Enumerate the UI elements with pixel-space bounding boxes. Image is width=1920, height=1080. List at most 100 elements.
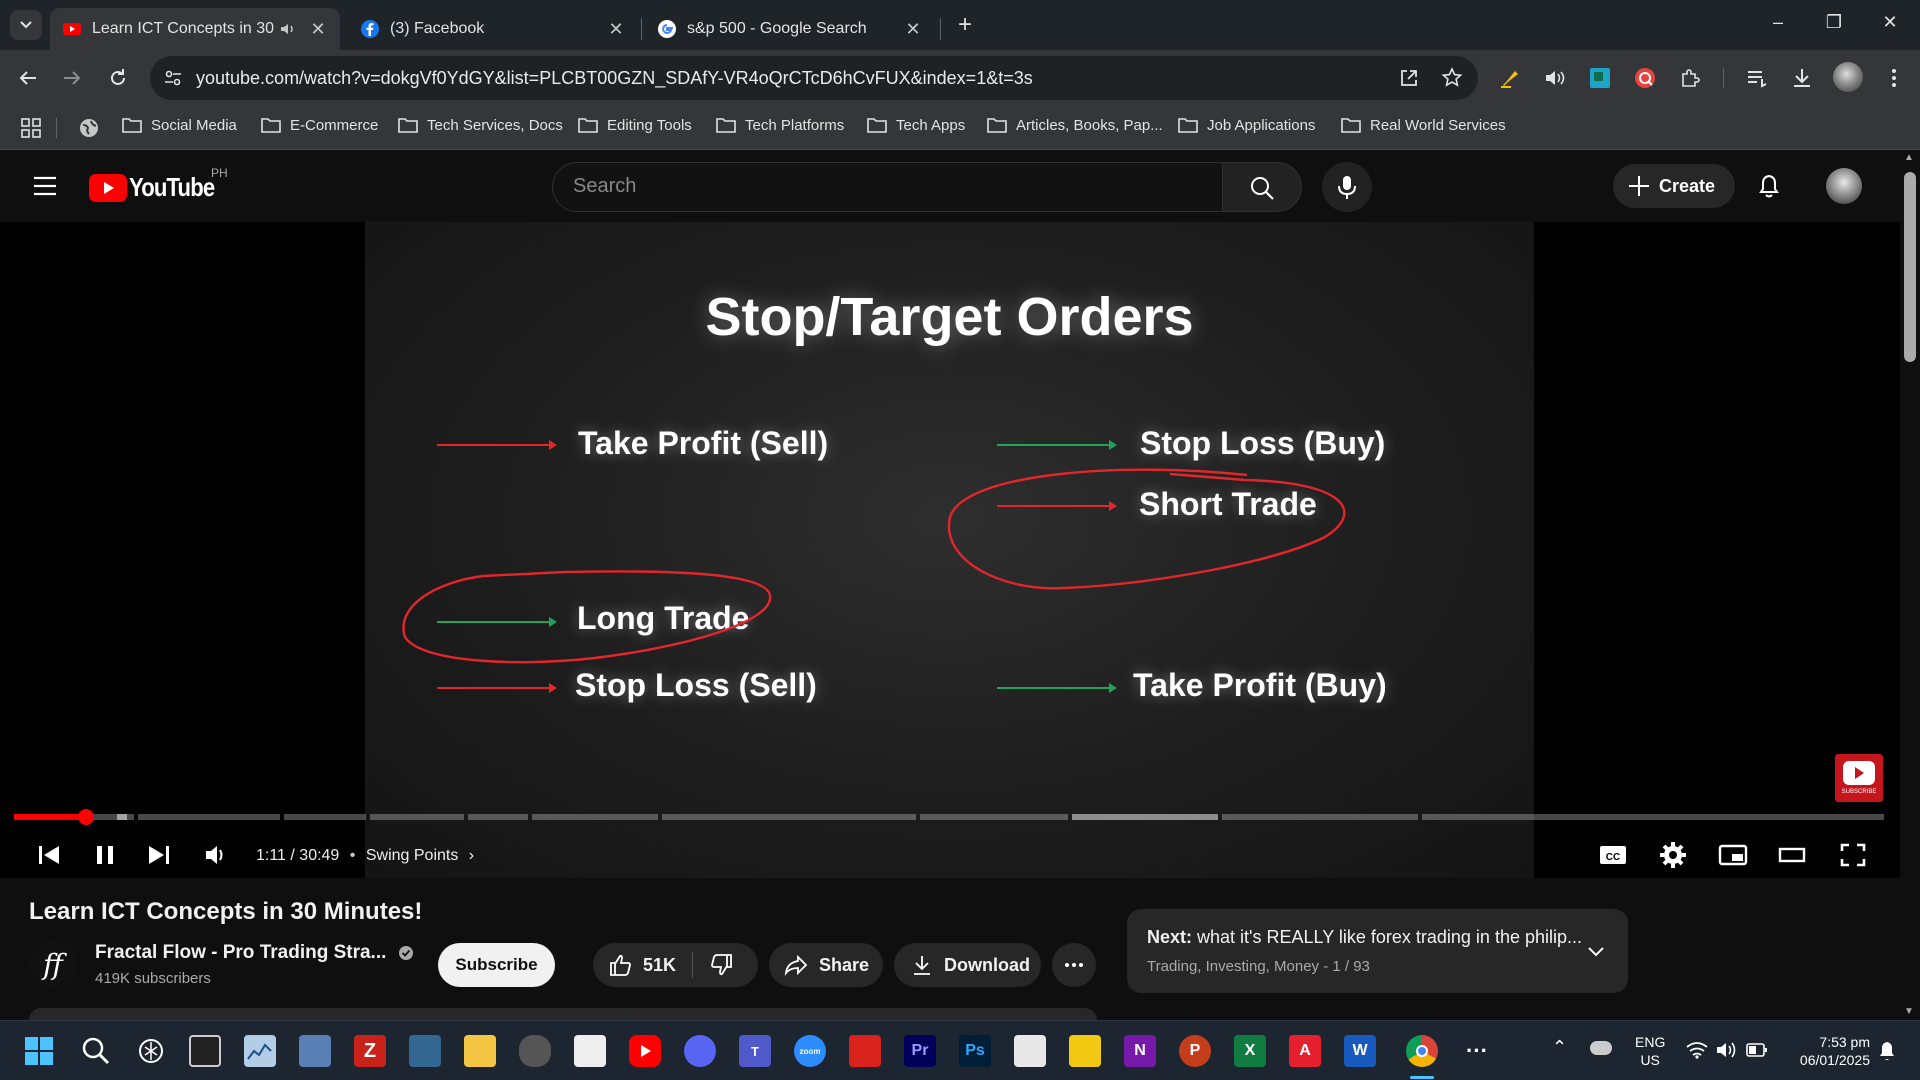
close-tab-icon[interactable]: ✕ xyxy=(606,19,626,40)
channel-avatar[interactable]: ff xyxy=(29,940,77,988)
subscribe-button[interactable]: Subscribe xyxy=(438,943,555,987)
miniplayer-icon[interactable] xyxy=(1716,838,1750,872)
search-button[interactable] xyxy=(1222,162,1302,212)
pause-icon[interactable] xyxy=(88,838,122,872)
excel-icon[interactable]: X xyxy=(1234,1035,1266,1067)
media-control-icon[interactable] xyxy=(1745,66,1769,90)
hamburger-menu-icon[interactable] xyxy=(32,174,58,198)
chrome-app-icon[interactable] xyxy=(1406,1035,1438,1067)
download-button[interactable]: Download xyxy=(894,943,1041,987)
share-button[interactable]: Share xyxy=(769,943,883,987)
bookmark-folder[interactable]: Tech Apps xyxy=(867,116,965,134)
bookmark-folder[interactable]: Job Applications xyxy=(1178,116,1315,134)
create-button[interactable]: Create xyxy=(1613,164,1735,208)
teal-extension-icon[interactable] xyxy=(1588,66,1612,90)
tab-facebook[interactable]: (3) Facebook ✕ xyxy=(348,8,638,50)
search-input[interactable] xyxy=(573,175,1173,198)
like-button[interactable]: 51K xyxy=(593,943,676,987)
battery-icon[interactable] xyxy=(1746,1042,1768,1058)
acrobat-icon[interactable] xyxy=(849,1035,881,1067)
open-in-app-icon[interactable] xyxy=(1398,67,1420,89)
bookmark-folder[interactable]: Real World Services xyxy=(1341,116,1506,134)
tab-google-search[interactable]: s&p 500 - Google Search ✕ xyxy=(645,8,935,50)
next-icon[interactable] xyxy=(142,838,176,872)
highlighter-extension-icon[interactable] xyxy=(1498,66,1522,90)
subscribe-watermark[interactable]: SUBSCRIBE xyxy=(1835,754,1883,802)
site-info-icon[interactable] xyxy=(162,67,184,89)
taskbar-search-icon[interactable] xyxy=(81,1036,111,1066)
previous-icon[interactable] xyxy=(32,838,66,872)
zoom-icon[interactable]: zoom xyxy=(794,1035,826,1067)
bookmark-folder[interactable]: Tech Platforms xyxy=(716,116,844,134)
bookmark-star-icon[interactable] xyxy=(1440,66,1464,90)
bookmark-folder[interactable]: E-Commerce xyxy=(261,116,378,134)
scrollbar-thumb[interactable] xyxy=(1904,172,1916,362)
file-explorer-icon[interactable] xyxy=(464,1035,496,1067)
progress-scrubber[interactable] xyxy=(78,809,94,825)
tab-youtube[interactable]: Learn ICT Concepts in 30 M ✕ xyxy=(50,8,340,50)
minimize-icon[interactable]: – xyxy=(1766,12,1790,36)
filezilla-icon[interactable]: Z xyxy=(354,1035,386,1067)
store-app-icon[interactable] xyxy=(1014,1035,1046,1067)
notifications-bell-icon[interactable] xyxy=(1756,172,1782,200)
terminal-app-icon[interactable] xyxy=(189,1035,221,1067)
word-icon[interactable]: W xyxy=(1344,1035,1376,1067)
page-scrollbar[interactable]: ▲ ▼ xyxy=(1900,150,1920,1020)
close-tab-icon[interactable]: ✕ xyxy=(308,19,328,40)
onenote-icon[interactable]: N xyxy=(1124,1035,1156,1067)
bookmark-folder[interactable]: Articles, Books, Pap... xyxy=(987,116,1163,134)
stock-charts-app-icon[interactable] xyxy=(244,1035,276,1067)
reload-icon[interactable] xyxy=(106,66,130,90)
account-avatar[interactable] xyxy=(1826,168,1862,204)
settings-gear-icon[interactable] xyxy=(1656,838,1690,872)
dislike-button[interactable] xyxy=(693,943,735,987)
channel-name-row[interactable]: Fractal Flow - Pro Trading Stra... xyxy=(95,942,414,964)
windows-start-icon[interactable] xyxy=(24,1036,54,1066)
restore-icon[interactable]: ❐ xyxy=(1822,12,1846,36)
description-box-edge[interactable] xyxy=(29,1008,1097,1020)
profile-avatar[interactable] xyxy=(1833,62,1863,92)
close-tab-icon[interactable]: ✕ xyxy=(903,19,923,40)
red-extension-icon[interactable] xyxy=(1633,66,1657,90)
playlist-next-card[interactable]: Next: what it's REALLY like forex tradin… xyxy=(1127,909,1628,993)
globe-icon[interactable] xyxy=(78,117,100,139)
captions-icon[interactable]: CC xyxy=(1596,838,1630,872)
scroll-down-arrow-icon[interactable]: ▼ xyxy=(1904,1006,1914,1017)
photoshop-icon[interactable]: Ps xyxy=(959,1035,991,1067)
volume-icon[interactable] xyxy=(199,838,233,872)
snipping-tool-icon[interactable] xyxy=(574,1035,606,1067)
discord-icon[interactable] xyxy=(684,1035,716,1067)
tray-chevron-icon[interactable]: ⌃ xyxy=(1552,1037,1567,1058)
network-app-icon[interactable] xyxy=(299,1035,331,1067)
progress-bar[interactable] xyxy=(14,809,1884,825)
autocad-icon[interactable]: A xyxy=(1289,1035,1321,1067)
chrome-menu-icon[interactable] xyxy=(1882,66,1906,90)
more-actions-button[interactable] xyxy=(1052,943,1096,987)
chevron-right-icon[interactable]: › xyxy=(469,847,474,864)
scroll-up-arrow-icon[interactable]: ▲ xyxy=(1904,152,1914,163)
bookmark-folder[interactable]: Tech Services, Docs xyxy=(398,116,563,134)
premiere-pro-icon[interactable]: Pr xyxy=(904,1035,936,1067)
forward-icon[interactable] xyxy=(60,66,84,90)
next-video-title[interactable]: what it's REALLY like forex trading in t… xyxy=(1197,927,1582,947)
language-indicator[interactable]: ENG US xyxy=(1635,1033,1665,1069)
youtube-logo[interactable]: YouTube xyxy=(89,172,229,203)
audio-extension-icon[interactable] xyxy=(1543,66,1567,90)
clock[interactable]: 7:53 pm 06/01/2025 xyxy=(1770,1033,1870,1069)
teams-icon[interactable]: T xyxy=(739,1035,771,1067)
video-player[interactable]: Stop/Target Orders Take Profit (Sell) St… xyxy=(0,222,1900,878)
theater-mode-icon[interactable] xyxy=(1775,838,1809,872)
app-icon[interactable] xyxy=(519,1035,551,1067)
more-apps-icon[interactable]: ··· xyxy=(1461,1035,1493,1067)
back-icon[interactable] xyxy=(16,66,40,90)
speaker-icon[interactable] xyxy=(278,19,298,39)
bookmark-folder[interactable]: Social Media xyxy=(122,116,237,134)
bookmark-folder[interactable]: Editing Tools xyxy=(578,116,692,134)
volume-tray-icon[interactable] xyxy=(1715,1040,1737,1060)
postgresql-icon[interactable] xyxy=(409,1035,441,1067)
voice-search-button[interactable] xyxy=(1322,162,1372,212)
youtube-app-icon[interactable] xyxy=(629,1035,661,1067)
extensions-icon[interactable] xyxy=(1678,66,1702,90)
onedrive-icon[interactable] xyxy=(1590,1041,1612,1055)
wifi-icon[interactable] xyxy=(1686,1041,1708,1059)
